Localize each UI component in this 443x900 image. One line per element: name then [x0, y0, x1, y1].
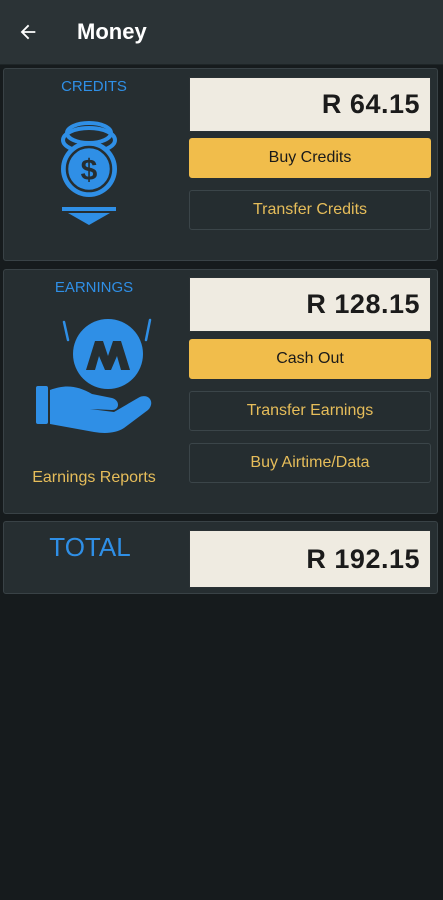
credits-card: CREDITS $ R 64.15 Buy Credits Transfer C…: [3, 68, 438, 261]
coin-dollar-icon: $: [61, 121, 117, 225]
arrow-left-icon: [20, 24, 36, 40]
svg-text:$: $: [81, 154, 98, 187]
buy-credits-button[interactable]: Buy Credits: [189, 138, 431, 178]
back-button[interactable]: [14, 18, 42, 46]
transfer-credits-button[interactable]: Transfer Credits: [189, 190, 431, 230]
transfer-earnings-button[interactable]: Transfer Earnings: [189, 391, 431, 431]
buy-airtime-data-button[interactable]: Buy Airtime/Data: [189, 443, 431, 483]
app-bar: Money: [0, 0, 443, 65]
earnings-card: EARNINGS Earnings Reports R 128.15 Cash …: [3, 269, 438, 514]
total-amount: R 192.15: [189, 530, 431, 588]
earnings-label: EARNINGS: [54, 279, 134, 296]
hand-coin-icon: [36, 318, 152, 433]
earnings-reports-link[interactable]: Earnings Reports: [4, 469, 184, 487]
total-card: TOTAL R 192.15: [3, 521, 438, 594]
earnings-amount: R 128.15: [189, 277, 431, 332]
total-label: TOTAL: [49, 532, 131, 562]
credits-amount: R 64.15: [189, 77, 431, 132]
cash-out-button[interactable]: Cash Out: [189, 339, 431, 379]
page-title: Money: [77, 19, 147, 44]
credits-label: CREDITS: [61, 78, 127, 95]
